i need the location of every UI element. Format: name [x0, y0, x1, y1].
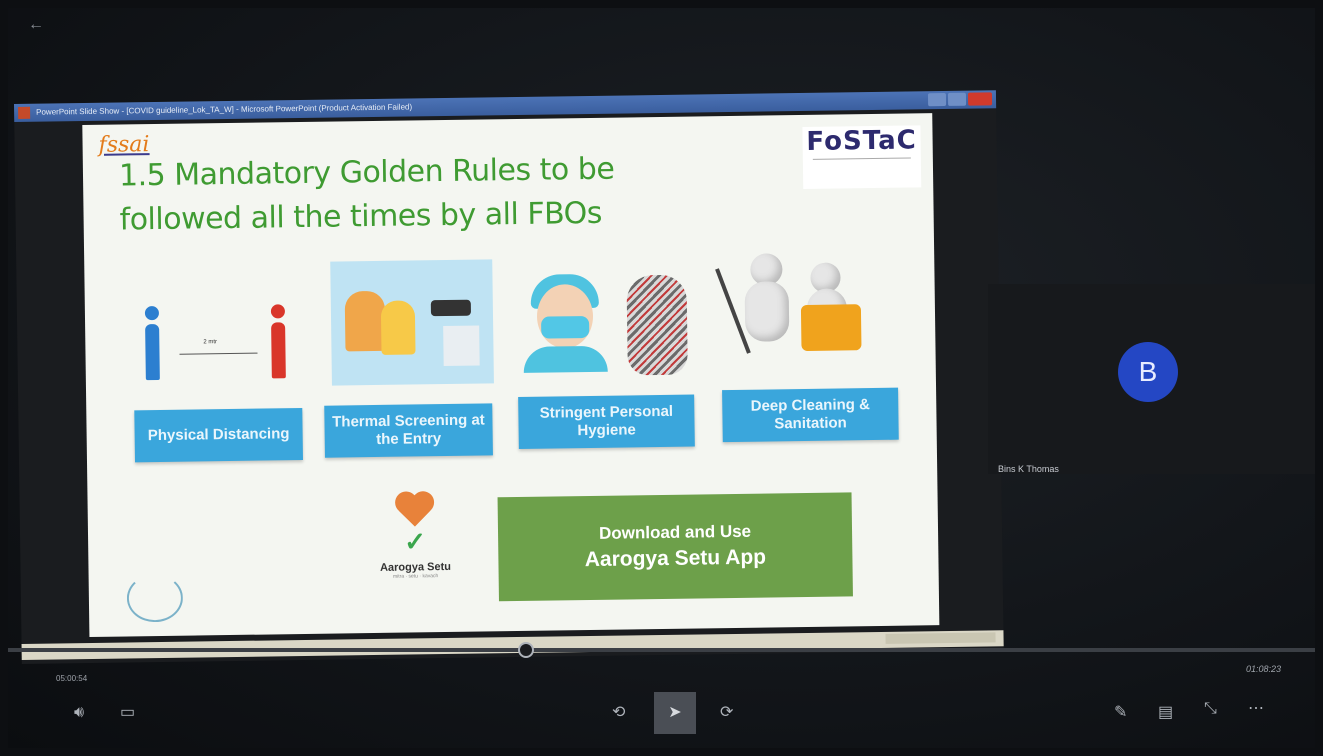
distance-label: 2 mtr — [203, 339, 218, 346]
participant-name: Bins K Thomas — [998, 464, 1059, 474]
download-line2: Aarogya Setu App — [584, 545, 767, 572]
rule-label: Thermal Screening at the Entry — [324, 403, 493, 458]
rule-label: Physical Distancing — [134, 408, 303, 463]
powerpoint-window: PowerPoint Slide Show - [COVID guideline… — [14, 90, 1004, 664]
aarogya-tagline: mitra · setu · kavach — [392, 573, 439, 580]
heart-icon — [394, 492, 434, 529]
rule-card-deep-cleaning: Deep Cleaning & Sanitation — [715, 244, 899, 443]
fostac-brand: FoSTaC — [806, 125, 917, 157]
slide-title-line1: 1.5 Mandatory Golden Rules to be — [118, 151, 615, 194]
video-viewer: ← PowerPoint Slide Show - [COVID guideli… — [8, 8, 1315, 748]
exit-fullscreen-icon[interactable]: ⤡ — [1204, 700, 1217, 718]
partner-logo — [126, 573, 184, 623]
rule-label: Stringent Personal Hygiene — [518, 394, 695, 449]
forward-icon[interactable]: ⟳ — [720, 702, 733, 722]
cleaning-icon — [715, 244, 892, 386]
rule-card-personal-hygiene: Stringent Personal Hygiene — [516, 267, 695, 449]
check-icon: ✓ — [404, 526, 427, 557]
volume-icon[interactable]: 🔊︎ — [74, 704, 84, 722]
close-button[interactable] — [967, 92, 993, 106]
rule-label: Deep Cleaning & Sanitation — [722, 387, 899, 443]
back-arrow-icon[interactable]: ← — [28, 16, 44, 34]
hygiene-icon — [516, 267, 688, 389]
captions-icon[interactable]: ▭ — [120, 702, 135, 722]
window-title: PowerPoint Slide Show - [COVID guideline… — [36, 102, 413, 117]
seek-knob[interactable] — [518, 642, 534, 658]
slide-title-line2: followed all the times by all FBOs — [119, 195, 603, 238]
more-icon[interactable]: ⋯ — [1248, 698, 1264, 718]
aarogya-setu-logo: ✓ Aarogya Setu mitra · setu · kavach — [359, 492, 470, 581]
minimize-button[interactable] — [927, 92, 947, 107]
rule-card-thermal-screening: Thermal Screening at the Entry — [322, 259, 494, 458]
pointer-icon[interactable]: ➤ — [654, 692, 696, 734]
download-banner: Download and Use Aarogya Setu App — [497, 492, 853, 602]
powerpoint-icon — [18, 106, 31, 119]
pen-icon[interactable]: ✎ — [1114, 702, 1127, 722]
seek-bar[interactable] — [8, 642, 1315, 658]
avatar: B — [1118, 342, 1178, 402]
time-total: 01:08:23 — [1245, 664, 1281, 674]
social-distancing-icon: 2 mtr — [133, 282, 305, 404]
maximize-button[interactable] — [947, 92, 967, 106]
rule-card-physical-distancing: 2 mtr Physical Distancing — [133, 282, 305, 463]
rewind-icon[interactable]: ⟲ — [612, 702, 625, 722]
participant-tile[interactable]: B Bins K Thomas — [988, 284, 1315, 474]
subtitles-icon[interactable]: ▤ — [1158, 702, 1173, 722]
fostac-logo: FoSTaC — [802, 125, 922, 189]
thermal-screening-icon — [322, 259, 494, 401]
zoom-slider[interactable] — [885, 632, 996, 644]
slide-title: 1.5 Mandatory Golden Rules to be followe… — [119, 146, 700, 242]
download-line1: Download and Use — [598, 521, 752, 543]
time-elapsed: 05:00:54 — [56, 674, 88, 683]
slide: fssai 1.5 Mandatory Golden Rules to be f… — [82, 113, 940, 637]
